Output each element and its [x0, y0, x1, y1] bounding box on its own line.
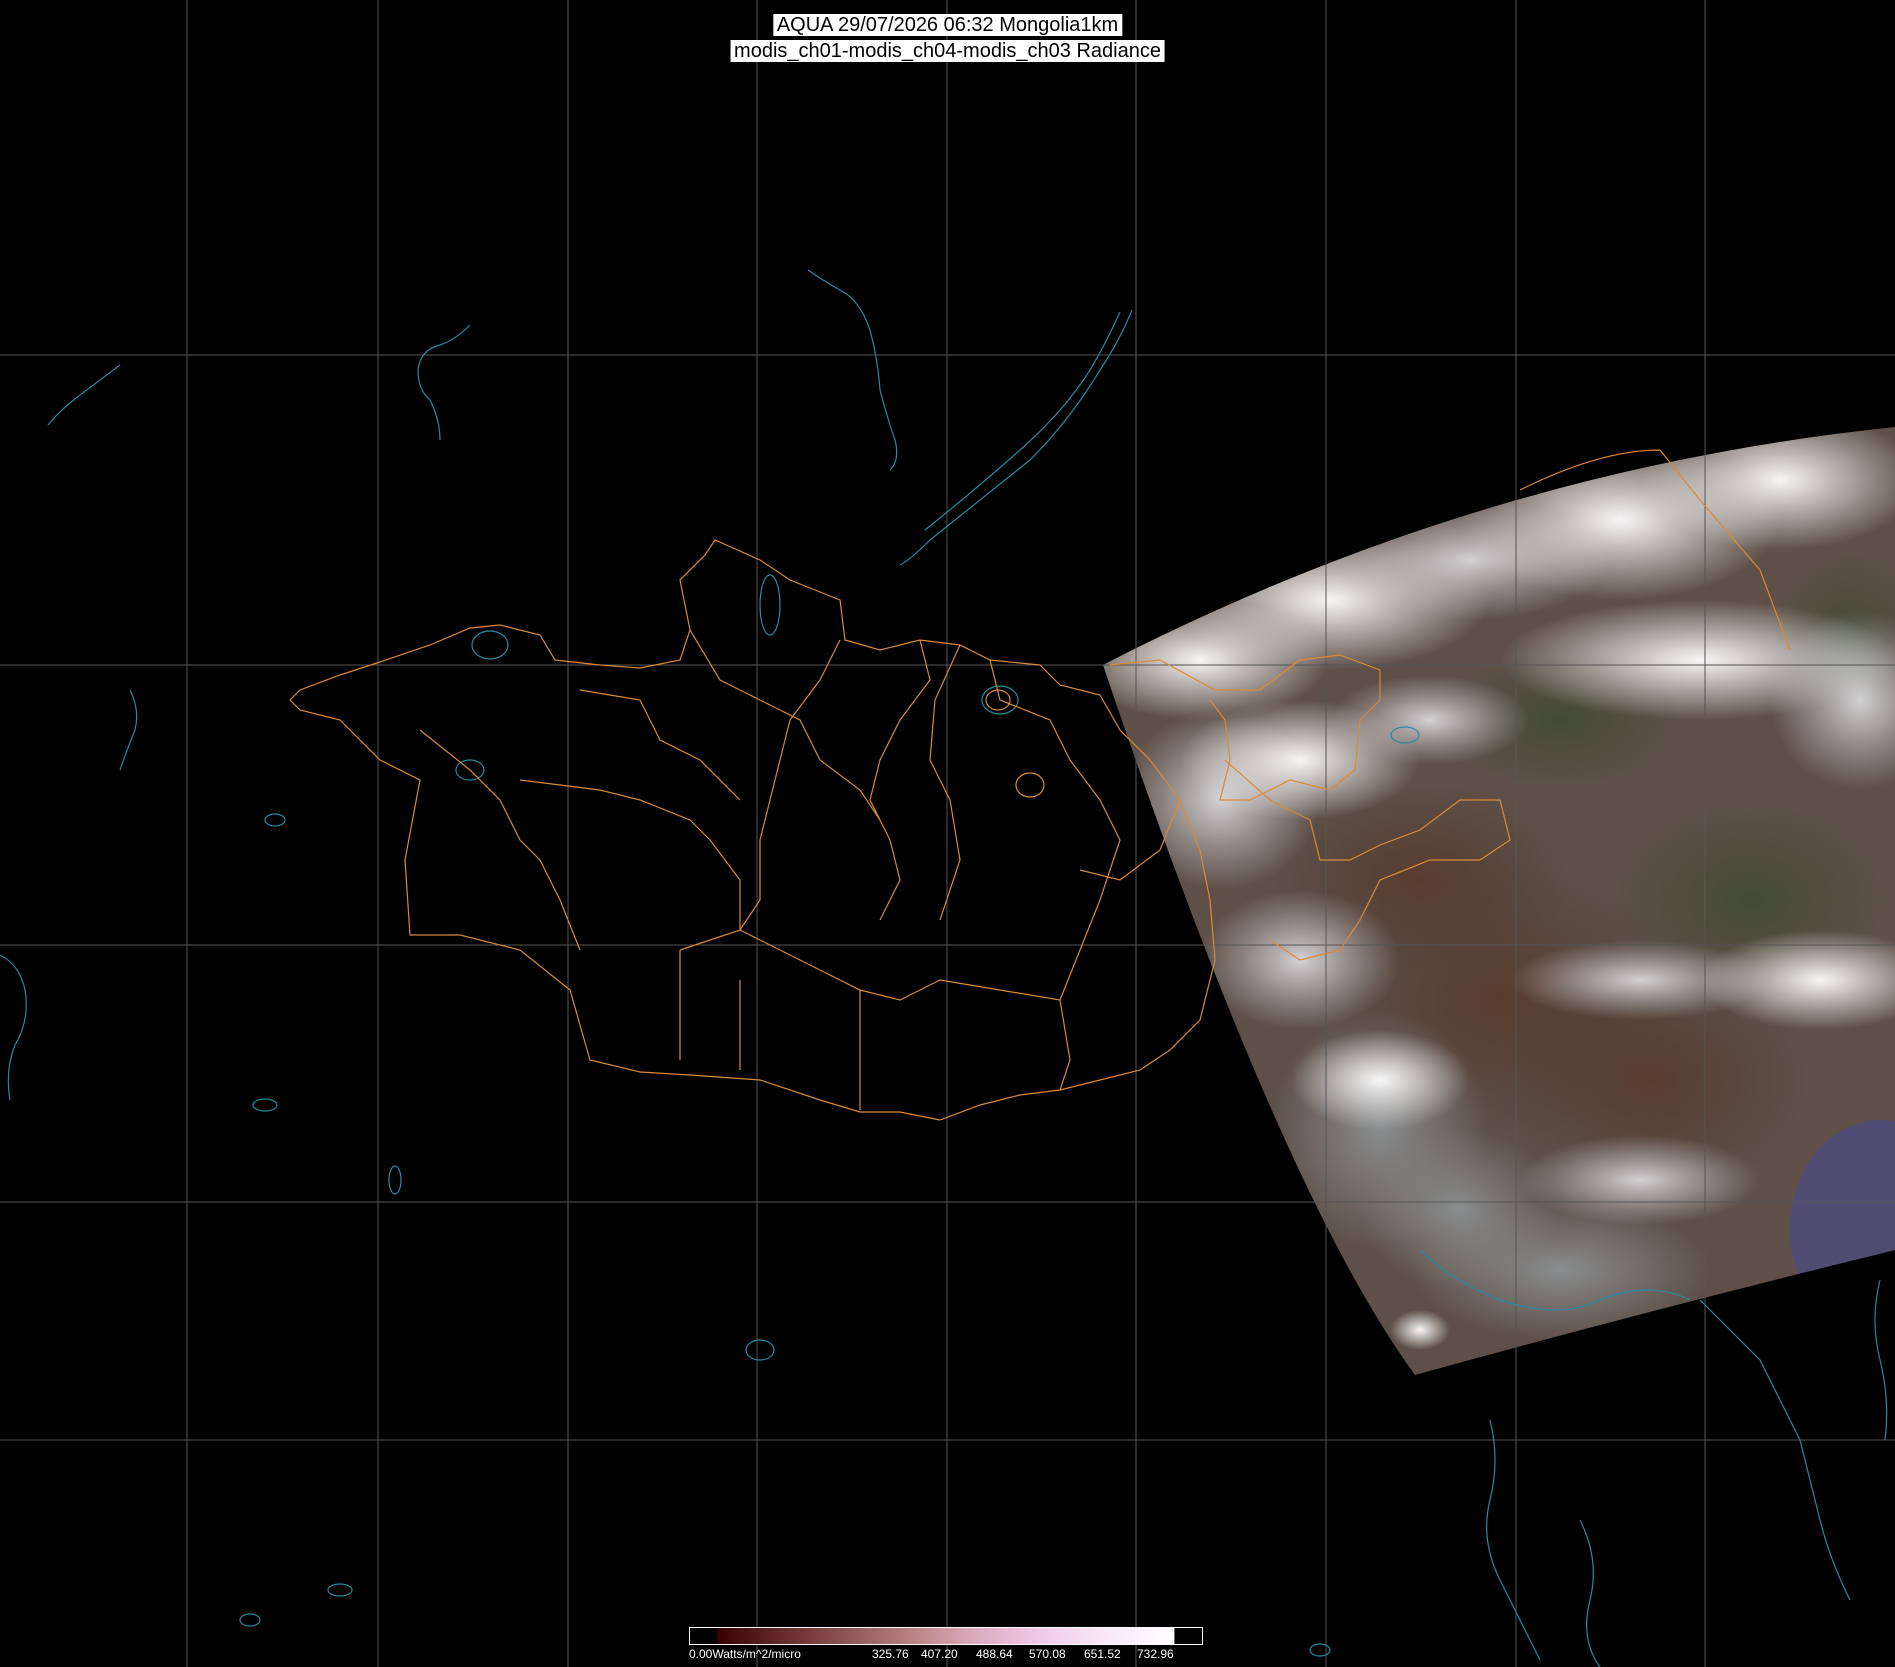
colorbar: 0.00Watts/m^2/micro 325.76 407.20 488.64…	[689, 1627, 1203, 1661]
map-title-line-1: AQUA 29/07/2026 06:32 Mongolia1km	[772, 14, 1123, 36]
colorbar-label-2: 407.20	[921, 1647, 958, 1661]
colorbar-label-0: 0.00Watts/m^2/micro	[689, 1647, 801, 1661]
colorbar-label-1: 325.76	[872, 1647, 909, 1661]
map-title-line-2: modis_ch01-modis_ch04-modis_ch03 Radianc…	[730, 40, 1165, 62]
colorbar-gradient	[689, 1627, 1203, 1645]
satellite-map	[0, 0, 1895, 1667]
colorbar-label-4: 570.08	[1029, 1647, 1066, 1661]
colorbar-label-3: 488.64	[976, 1647, 1013, 1661]
colorbar-label-5: 651.52	[1084, 1647, 1121, 1661]
imagery-swath	[1103, 427, 1895, 1375]
colorbar-label-6: 732.96	[1137, 1647, 1174, 1661]
